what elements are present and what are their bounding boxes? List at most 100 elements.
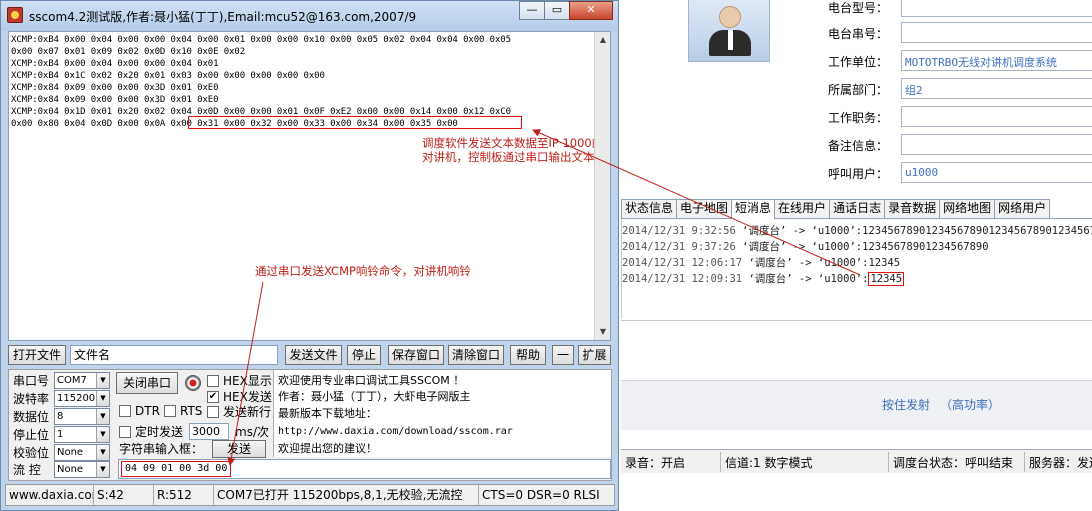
toolbar: 打开文件 文件名 发送文件 停止 保存窗口 清除窗口 帮助 一 扩展 xyxy=(8,345,612,366)
info-text: 欢迎使用专业串口调试工具SSCOM ！ xyxy=(278,374,465,387)
interval-input[interactable]: 3000 xyxy=(189,423,229,440)
desktop-area xyxy=(621,473,1092,511)
stopbits-label: 停止位 xyxy=(13,428,50,442)
list-item[interactable]: 2014/12/31 12:09:31 ‘调度台’ -> ‘u1000’: 123… xyxy=(622,271,905,287)
send-string-input[interactable]: 04 09 01 00 3d 00 xyxy=(118,459,611,479)
field-radio-model: 电台型号： xyxy=(828,0,1092,18)
field-call-user: 呼叫用户： u1000 xyxy=(828,162,1092,184)
work-unit-input[interactable]: MOTOTRBO无线对讲机调度系统 xyxy=(901,50,1092,71)
download-link[interactable]: http://www.daxia.com/download/sscom.rar xyxy=(278,425,513,438)
hex-display-checkbox[interactable] xyxy=(207,375,219,387)
close-button[interactable]: ✕ xyxy=(569,1,613,20)
send-string-value: 04 09 01 00 3d 00 xyxy=(121,461,232,477)
field-department: 所属部门： 组2 xyxy=(828,78,1092,100)
call-user-input[interactable]: u1000 xyxy=(901,162,1092,183)
remarks-input[interactable] xyxy=(901,134,1092,155)
info-area: 欢迎使用专业串口调试工具SSCOM ！ 作者：聂小猛（丁丁），大虾电子网版主 最… xyxy=(273,370,611,457)
minimize-button[interactable]: — xyxy=(519,1,545,20)
chevron-down-icon: ▼ xyxy=(96,409,109,424)
chevron-down-icon: ▼ xyxy=(96,462,109,477)
chevron-down-icon: ▼ xyxy=(96,373,109,388)
tab-status-info[interactable]: 状态信息 xyxy=(621,199,678,218)
department-input[interactable]: 组2 xyxy=(901,78,1092,99)
tab-network-users[interactable]: 网络用户 xyxy=(994,199,1051,218)
chevron-down-icon: ▼ xyxy=(96,391,109,406)
tab-short-message[interactable]: 短消息 xyxy=(731,199,776,219)
port-label: 串口号 xyxy=(13,374,50,388)
port-select[interactable]: COM7 ▼ xyxy=(54,372,110,389)
send-file-button[interactable]: 发送文件 xyxy=(285,345,342,365)
file-name-input[interactable]: 文件名 xyxy=(70,345,278,365)
receive-line: XCMP:0x84 0x09 0x00 0x00 0x3D 0x01 0xE0 xyxy=(11,83,219,93)
tab-network-map[interactable]: 网络地图 xyxy=(939,199,996,218)
maximize-button[interactable]: ▭ xyxy=(544,1,570,20)
tab-map[interactable]: 电子地图 xyxy=(676,199,733,218)
timed-send-checkbox[interactable] xyxy=(119,426,131,438)
receive-line: XCMP:0xB4 0x00 0x04 0x00 0x00 0x04 0x00 … xyxy=(11,35,511,45)
list-item[interactable]: 2014/12/31 12:06:17 ‘调度台’ -> ‘u1000’:123… xyxy=(622,255,900,271)
stopbits-select[interactable]: 1 ▼ xyxy=(54,426,110,443)
annotation-note: 调度软件发送文本数据至IP 1000的 对讲机，控制板通过串口输出文本数据 xyxy=(422,136,611,164)
title-bar[interactable]: sscom4.2测试版,作者:聂小猛(丁丁),Email:mcu52@163.c… xyxy=(1,1,618,31)
receive-line: XCMP:0xB4 0x1C 0x02 0x20 0x01 0x03 0x00 … xyxy=(11,71,325,81)
received-count: R:512 xyxy=(154,485,214,505)
open-file-button[interactable]: 打开文件 xyxy=(8,345,66,365)
server-status: 服务器：发送 xyxy=(1029,455,1092,470)
hex-send-label: HEX发送 xyxy=(223,390,272,404)
user-avatar xyxy=(688,0,770,62)
dispatch-tabs: 状态信息 电子地图 短消息 在线用户 通话日志 录音数据 网络地图 网络用户 xyxy=(621,199,1092,219)
databits-select[interactable]: 8 ▼ xyxy=(54,408,110,425)
radio-model-input[interactable] xyxy=(901,0,1092,17)
help-button[interactable]: 帮助 xyxy=(510,345,546,365)
baud-select[interactable]: 115200 ▼ xyxy=(54,390,110,407)
chevron-down-icon: ▼ xyxy=(96,427,109,442)
receive-area[interactable]: XCMP:0xB4 0x00 0x04 0x00 0x00 0x04 0x00 … xyxy=(8,31,611,341)
send-newline-label: 发送新行 xyxy=(223,405,272,419)
annotation-note: 通过串口发送XCMP响铃命令，对讲机响铃 xyxy=(255,264,471,278)
string-input-label: 字符串输入框： xyxy=(119,442,204,456)
dtr-checkbox[interactable] xyxy=(119,405,131,417)
info-text: 最新版本下载地址： xyxy=(278,407,377,420)
stop-button[interactable]: 停止 xyxy=(347,345,381,365)
scroll-down-icon[interactable]: ▼ xyxy=(595,324,610,340)
ptt-button[interactable]: 按住发射 （高功率） xyxy=(882,396,1000,413)
ptt-band xyxy=(621,380,1092,430)
site-link[interactable]: www.daxia.cor xyxy=(6,485,94,505)
save-window-button[interactable]: 保存窗口 xyxy=(388,345,444,365)
tab-recordings[interactable]: 录音数据 xyxy=(884,199,941,218)
flow-label: 流 控 xyxy=(13,463,41,477)
tab-call-log[interactable]: 通话日志 xyxy=(829,199,886,218)
collapse-button[interactable]: 一 xyxy=(552,345,574,365)
list-item[interactable]: 2014/12/31 9:37:26 ‘调度台’ -> ‘u1000’:1234… xyxy=(622,239,989,255)
interval-unit-label: ms/次 xyxy=(235,425,269,439)
send-button[interactable]: 发送 xyxy=(212,440,266,458)
highlighted-message-text: 12345 xyxy=(868,272,905,286)
console-status: 调度台状态：呼叫结束 xyxy=(889,451,1025,472)
statusbar: www.daxia.cor S:42 R:512 COM7已打开 115200b… xyxy=(5,484,615,506)
parity-label: 校验位 xyxy=(13,446,50,460)
sscom-window: sscom4.2测试版,作者:聂小猛(丁丁),Email:mcu52@163.c… xyxy=(0,0,619,511)
radio-serial-input[interactable] xyxy=(901,22,1092,43)
timed-send-label: 定时发送 xyxy=(135,425,184,439)
field-radio-serial: 电台串号： xyxy=(828,22,1092,44)
info-text: 欢迎提出您的建议！ xyxy=(278,442,377,455)
tab-online-users[interactable]: 在线用户 xyxy=(774,199,831,218)
info-text: 作者：聂小猛（丁丁），大虾电子网版主 xyxy=(278,390,471,403)
expand-button[interactable]: 扩展 xyxy=(578,345,611,365)
close-port-button[interactable]: 关闭串口 xyxy=(116,372,178,394)
hex-display-label: HEX显示 xyxy=(223,374,272,388)
flow-select[interactable]: None ▼ xyxy=(54,461,110,478)
job-title-input[interactable] xyxy=(901,106,1092,127)
rts-checkbox[interactable] xyxy=(164,405,176,417)
field-job-title: 工作职务： xyxy=(828,106,1092,128)
scroll-up-icon[interactable]: ▲ xyxy=(595,32,610,48)
vertical-scrollbar[interactable]: ▲ ▼ xyxy=(594,32,610,340)
window-title: sscom4.2测试版,作者:聂小猛(丁丁),Email:mcu52@163.c… xyxy=(29,10,417,24)
list-item[interactable]: 2014/12/31 9:32:56 ‘调度台’ -> ‘u1000’:1234… xyxy=(622,223,1092,239)
clear-window-button[interactable]: 清除窗口 xyxy=(448,345,504,365)
desktop: 电台型号： 电台串号： 工作单位： MOTOTRBO无线对讲机调度系统 所属部门… xyxy=(0,0,1092,511)
send-newline-checkbox[interactable] xyxy=(207,406,219,418)
parity-select[interactable]: None ▼ xyxy=(54,444,110,461)
hex-send-checkbox[interactable]: ✔ xyxy=(207,391,219,403)
message-list: 2014/12/31 9:32:56 ‘调度台’ -> ‘u1000’:1234… xyxy=(621,219,1092,319)
